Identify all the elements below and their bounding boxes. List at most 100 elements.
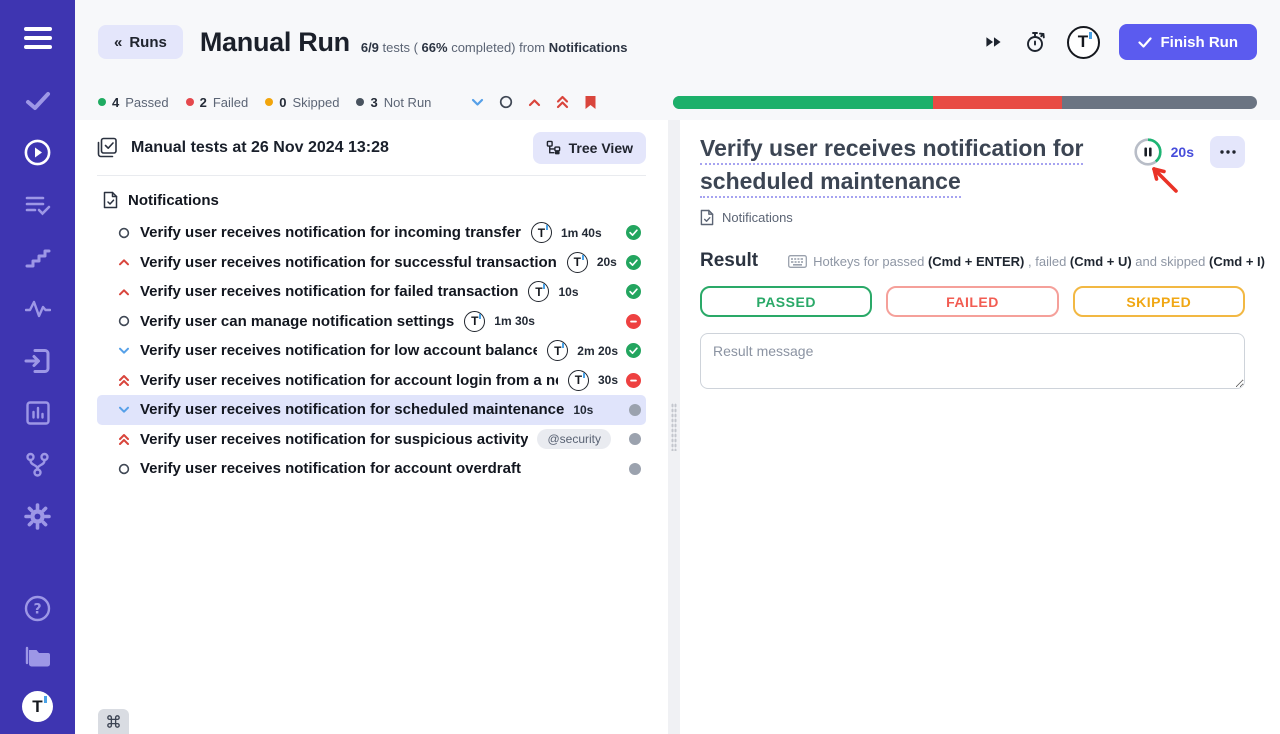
suite-group-row[interactable]: Notifications (97, 184, 646, 216)
priority-icon (117, 347, 130, 355)
check-icon (1138, 37, 1152, 48)
chevron-down-icon[interactable] (471, 98, 484, 107)
sign-in-icon[interactable] (24, 347, 51, 374)
bookmark-icon[interactable] (584, 95, 597, 110)
test-row[interactable]: Verify user can manage notification sett… (97, 307, 646, 337)
status-icon (618, 373, 641, 388)
test-row[interactable]: Verify user receives notification for ac… (97, 454, 646, 484)
list-check-icon[interactable] (25, 191, 51, 218)
breadcrumb[interactable]: Notifications (700, 209, 1245, 226)
failed-count: 2Failed (186, 95, 249, 110)
test-row[interactable]: Verify user receives notification for in… (97, 218, 646, 248)
status-icon (621, 404, 641, 416)
chevrons-up-icon[interactable] (556, 95, 569, 109)
back-to-runs-button[interactable]: « Runs (98, 25, 183, 59)
passed-dot-icon (98, 98, 106, 106)
testomat-logo-icon: T (528, 281, 549, 302)
main-area: « Runs Manual Run 6/9 tests ( 66% comple… (75, 0, 1280, 734)
chevron-up-icon[interactable] (528, 98, 541, 107)
priority-icon (117, 433, 130, 446)
notrun-dot-icon (356, 98, 364, 106)
skipped-button[interactable]: SKIPPED (1073, 286, 1245, 317)
test-title: Verify user receives notification for sc… (140, 401, 564, 418)
result-message-input[interactable] (700, 333, 1245, 389)
result-heading: Result (700, 250, 758, 272)
failed-dot-icon (186, 98, 194, 106)
hamburger-menu-icon[interactable] (24, 24, 52, 51)
status-icon (618, 343, 641, 358)
testomat-logo-icon: T (464, 311, 485, 332)
test-title: Verify user receives notification for ac… (140, 372, 558, 389)
stairs-icon[interactable] (25, 243, 51, 270)
app-root: ? T « Runs Manual Run 6/9 tests ( 66% co… (0, 0, 1280, 734)
timer-cluster: 20s (1133, 136, 1245, 168)
panel-resize-handle[interactable] (668, 120, 680, 734)
test-row[interactable]: Verify user receives notification for su… (97, 248, 646, 278)
checklist-icon (97, 137, 118, 158)
fast-forward-icon[interactable] (983, 34, 1004, 50)
passed-count: 4Passed (98, 95, 169, 110)
testomat-logo-icon: T (531, 222, 552, 243)
test-row[interactable]: Verify user receives notification for ac… (97, 366, 646, 396)
test-title: Verify user receives notification for su… (140, 431, 528, 448)
timer-value: 20s (1171, 144, 1194, 160)
sidebar: ? T (0, 0, 75, 734)
test-row[interactable]: Verify user receives notification for sc… (97, 395, 646, 425)
test-row[interactable]: Verify user receives notification for fa… (97, 277, 646, 307)
progress-passed-segment (673, 96, 932, 109)
skipped-count: 0Skipped (265, 95, 339, 110)
status-icon (621, 433, 641, 445)
command-icon (105, 713, 122, 730)
test-detail-title[interactable]: Verify user receives notification for sc… (700, 132, 1190, 198)
chevrons-left-icon: « (114, 34, 122, 51)
testomat-logo-icon: T (547, 340, 568, 361)
page-title: Manual Run (200, 27, 350, 58)
testomat-logo-icon[interactable]: T (22, 691, 53, 722)
breadcrumb-label: Notifications (722, 210, 793, 225)
failed-button[interactable]: FAILED (886, 286, 1058, 317)
status-counts: 4Passed 2Failed 0Skipped 3Not Run (98, 95, 431, 110)
hotkeys-hint: Hotkeys for passed (Cmd + ENTER) , faile… (788, 254, 1265, 269)
tree-view-button[interactable]: Tree View (533, 132, 646, 164)
test-duration: 10s (558, 285, 578, 299)
status-icon (621, 463, 641, 475)
folder-icon[interactable] (24, 643, 52, 670)
bar-chart-icon[interactable] (25, 399, 51, 426)
status-row: 4Passed 2Failed 0Skipped 3Not Run (75, 84, 1280, 120)
test-title: Verify user receives notification for fa… (140, 283, 518, 300)
test-duration: 10s (573, 403, 593, 417)
help-circle-icon[interactable]: ? (24, 595, 51, 622)
command-key-badge[interactable] (98, 709, 129, 734)
testomat-logo-icon[interactable]: T (1067, 26, 1100, 59)
test-title: Verify user receives notification for lo… (140, 342, 537, 359)
priority-icon (117, 374, 130, 387)
activity-pulse-icon[interactable] (25, 295, 51, 322)
test-detail-panel: Verify user receives notification for sc… (680, 120, 1280, 734)
svg-text:?: ? (33, 602, 41, 618)
run-progress-subtitle: 6/9 tests ( 66% completed) from Notifica… (361, 40, 628, 55)
ellipsis-icon (1220, 150, 1236, 154)
branch-icon[interactable] (24, 451, 51, 478)
test-title: Verify user receives notification for in… (140, 224, 521, 241)
test-row[interactable]: Verify user receives notification for su… (97, 425, 646, 455)
priority-icon (117, 258, 130, 266)
more-options-button[interactable] (1210, 136, 1245, 168)
test-title: Verify user receives notification for su… (140, 254, 557, 271)
progress-failed-segment (933, 96, 1063, 109)
content-split: Manual tests at 26 Nov 2024 13:28 Tree V… (75, 120, 1280, 734)
circle-icon[interactable] (499, 95, 513, 109)
status-icon (618, 314, 641, 329)
priority-icon (117, 406, 130, 414)
test-row[interactable]: Verify user receives notification for lo… (97, 336, 646, 366)
pause-timer-button[interactable] (1133, 137, 1163, 167)
stopwatch-icon[interactable] (1023, 29, 1048, 55)
verdict-buttons: PASSED FAILED SKIPPED (700, 286, 1245, 317)
check-icon[interactable] (25, 87, 51, 114)
gear-icon[interactable] (24, 503, 51, 530)
play-circle-icon[interactable] (24, 139, 51, 166)
status-icon (618, 225, 641, 240)
finish-run-button[interactable]: Finish Run (1119, 24, 1258, 60)
document-icon (103, 191, 118, 209)
passed-button[interactable]: PASSED (700, 286, 872, 317)
keyboard-icon (788, 255, 807, 268)
